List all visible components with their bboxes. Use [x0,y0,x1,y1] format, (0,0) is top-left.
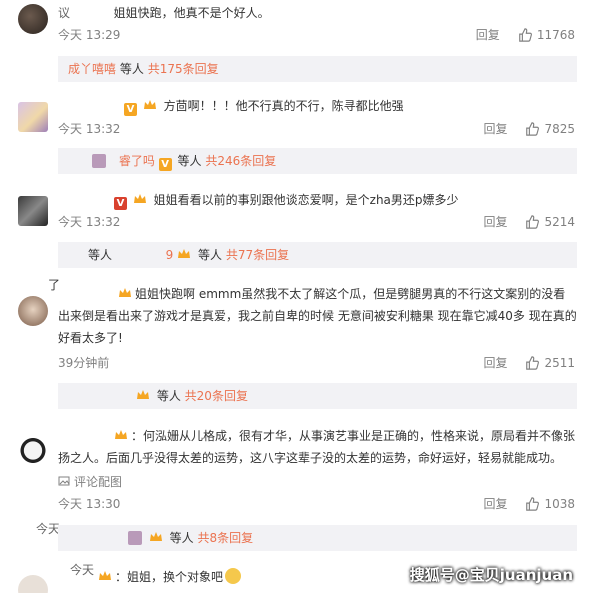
avatar[interactable] [18,296,48,326]
avatar[interactable] [18,102,48,132]
reply-button[interactable]: 回复 [483,214,507,230]
reply-summary[interactable]: 等人 共8条回复 [58,525,577,551]
reply-button[interactable]: 回复 [476,27,500,43]
reply-summary[interactable]: 成丫嘻嘻 等人 共175条回复 [58,56,577,82]
crown-icon [178,249,191,258]
reply-username[interactable]: 9 [166,248,174,262]
comment-actions: 回复 11768 [476,27,575,43]
comment-actions: 回复 1038 [483,496,575,512]
avatar[interactable] [18,4,48,34]
avatar[interactable] [18,196,48,226]
comment-text: 姐姐，换个对象吧 [127,570,224,584]
vip-badge: V [158,158,172,171]
crown-icon [119,288,131,297]
comment-time: 39分钟前 [58,356,110,370]
crown-icon [99,571,111,580]
like-count: 7825 [544,122,575,136]
comment-actions: 回复 2511 [483,355,575,371]
thumbs-up-icon[interactable] [525,497,540,511]
image-icon [58,476,70,486]
reply-summary[interactable]: 睿了吗 V 等人 共246条回复 [58,148,577,174]
reply-avatar [128,531,142,545]
like-count: 1038 [544,497,575,511]
crown-icon [115,430,127,439]
vip-badge: V [114,197,127,210]
comment-time: 今天 13:32 [58,215,121,229]
reply-count[interactable]: 共175条回复 [148,62,219,76]
crown-icon [137,390,149,399]
reply-count[interactable]: 共8条回复 [198,531,254,545]
reply-avatar [92,154,106,168]
like-count: 11768 [536,28,575,42]
reply-summary[interactable]: 等人 共20条回复 [58,383,577,409]
watermark: 搜狐号@宝贝juanjuan [409,566,573,584]
comment-text: 方茴啊！！！他不行真的不行，陈寻都比他强 [163,99,404,113]
thumbs-up-icon[interactable] [518,28,532,42]
like-count: 5214 [544,215,575,229]
like-count: 2511 [544,356,575,370]
avatar[interactable] [18,434,48,464]
comment-text: ：何泓姗从儿格成，很有才华，从事演艺事业是正确的，性格来说，原局看并不像张 [58,425,578,447]
comment-time: 今天 13:32 [58,122,121,136]
reply-button[interactable]: 回复 [483,496,507,512]
reply-count[interactable]: 共77条回复 [226,248,289,262]
image-attachment-link[interactable]: 评论配图 [58,474,122,490]
crying-emoji-icon [225,568,242,584]
avatar[interactable] [18,575,48,593]
reply-summary[interactable]: 等人 9 等人 共77条回复 [58,242,577,268]
reply-username[interactable]: 成丫嘻嘻 [68,62,116,76]
reply-button[interactable]: 回复 [483,355,507,371]
thumbs-up-icon[interactable] [525,215,540,229]
reply-count[interactable]: 共246条回复 [205,154,276,168]
crown-icon [143,100,156,109]
comment-time: 今天 13:30 [58,497,121,511]
reply-button[interactable]: 回复 [483,121,507,137]
comment-text: 姐姐快跑，他真不是个好人。 [113,6,270,20]
crown-icon [149,532,162,541]
comment-text: 姐姐快跑啊 emmm虽然我不太了解这个瓜，但是劈腿男真的不行这文案别的没看 [58,283,578,305]
comment-actions: 回复 5214 [483,214,575,230]
comment-text: 姐姐看看以前的事别跟他谈恋爱啊，是个zha男还p嫖多少 [153,193,459,207]
comment-actions: 回复 7825 [483,121,575,137]
thumbs-up-icon[interactable] [525,356,540,370]
username[interactable]: 议 [58,6,70,20]
vip-badge: V [124,103,137,116]
crown-icon [133,194,146,203]
thumbs-up-icon[interactable] [525,122,540,136]
reply-count[interactable]: 共20条回复 [185,389,248,403]
comment-time: 今天 13:29 [58,28,121,42]
reply-username[interactable]: 睿了吗 [119,154,155,168]
